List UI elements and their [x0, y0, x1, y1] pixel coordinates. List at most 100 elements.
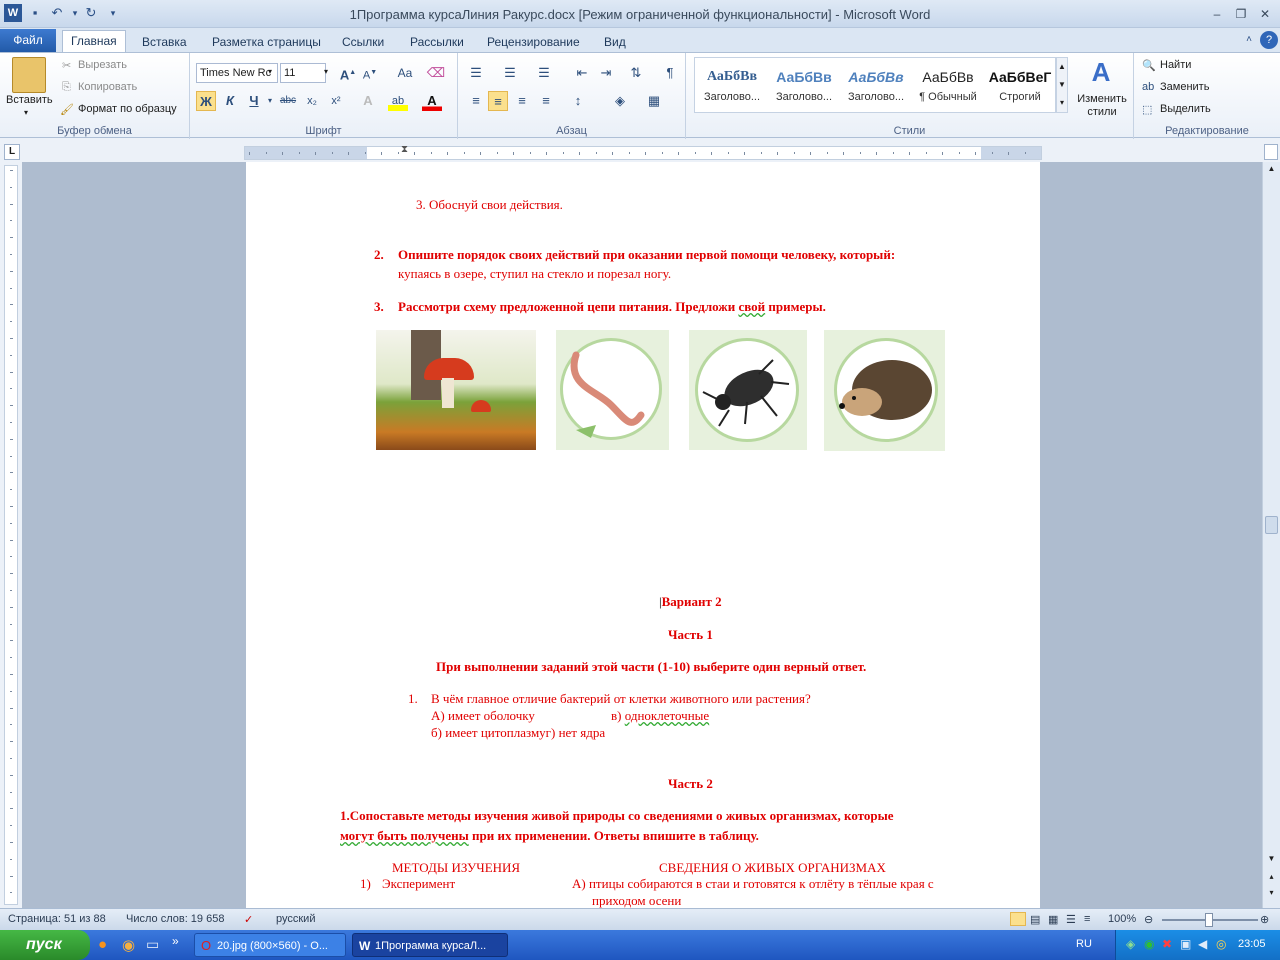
restore-icon[interactable]: ❐: [1230, 5, 1252, 23]
font-name-box[interactable]: Times New Rc: [196, 63, 278, 83]
tray-monitor-icon[interactable]: ▣: [1180, 937, 1191, 951]
cut-button[interactable]: Вырезать: [78, 59, 127, 71]
tab-mailings[interactable]: Рассылки: [402, 32, 472, 52]
align-right-icon[interactable]: ≡: [512, 91, 532, 111]
bold-button[interactable]: Ж: [196, 91, 216, 111]
font-size-dropdown-icon[interactable]: ▾: [324, 67, 328, 76]
copy-button[interactable]: Копировать: [78, 81, 137, 93]
replace-button[interactable]: Заменить: [1160, 81, 1209, 93]
keyboard-language[interactable]: RU: [1076, 938, 1092, 950]
scroll-up-icon[interactable]: ▲: [1265, 164, 1278, 177]
tray-status-icon[interactable]: ◉: [1144, 937, 1154, 951]
change-case-button[interactable]: Aa: [392, 63, 418, 83]
taskbar-item-word[interactable]: W 1Программа курсаЛ...: [352, 933, 508, 957]
find-button[interactable]: Найти: [1160, 59, 1191, 71]
tray-volume-icon[interactable]: ◀: [1198, 937, 1207, 951]
zoom-slider-thumb[interactable]: [1205, 913, 1213, 927]
clear-formatting-icon[interactable]: ⌫: [426, 63, 446, 83]
tab-page-layout[interactable]: Разметка страницы: [204, 32, 329, 52]
multilevel-list-icon[interactable]: ☰: [534, 63, 554, 83]
increase-indent-icon[interactable]: ⇥: [596, 63, 616, 83]
scroll-thumb[interactable]: [1265, 516, 1278, 534]
view-ruler-icon[interactable]: [1264, 144, 1278, 160]
word-count[interactable]: Число слов: 19 658: [126, 913, 224, 925]
zoom-in-icon[interactable]: ⊕: [1260, 913, 1269, 926]
page-count[interactable]: Страница: 51 из 88: [8, 913, 106, 925]
styles-scroll-icon[interactable]: ▲ ▼ ▾: [1056, 57, 1068, 113]
tray-security-icon[interactable]: ✖: [1162, 937, 1172, 951]
shrink-font-icon[interactable]: A▼: [360, 63, 380, 83]
sort-icon[interactable]: ⇅: [626, 63, 646, 83]
style-strong[interactable]: АаБбВеГ Строгий: [984, 57, 1056, 109]
outline-icon[interactable]: ☰: [1066, 913, 1076, 926]
justify-icon[interactable]: ≡: [536, 91, 556, 111]
vertical-scrollbar[interactable]: ▲ ▼ ▴ ▾: [1262, 162, 1280, 908]
tab-review[interactable]: Рецензирование: [479, 32, 588, 52]
bullets-icon[interactable]: ☰: [466, 63, 486, 83]
change-styles-button[interactable]: Изменить стили: [1074, 93, 1130, 119]
underline-dropdown-icon[interactable]: ▾: [260, 91, 280, 111]
quick-launch-more-icon[interactable]: »: [172, 934, 179, 948]
zoom-out-icon[interactable]: ⊖: [1144, 913, 1153, 926]
tab-selector-icon[interactable]: L: [4, 144, 20, 160]
paste-dropdown-icon[interactable]: ▾: [24, 108, 28, 117]
subscript-icon[interactable]: x₂: [302, 91, 322, 111]
font-name-dropdown-icon[interactable]: ▾: [268, 67, 272, 76]
paste-button[interactable]: Вставить: [6, 94, 53, 106]
change-styles-icon[interactable]: A: [1086, 57, 1116, 87]
style-heading-3[interactable]: АаБбВв Заголово...: [840, 57, 912, 109]
proofing-icon[interactable]: ✓: [244, 913, 253, 926]
align-left-icon[interactable]: ≡: [466, 91, 486, 111]
collapse-ribbon-icon[interactable]: ˄: [1240, 31, 1258, 49]
indent-marker-icon[interactable]: ⧗: [401, 144, 411, 160]
style-heading-1[interactable]: АаБбВв Заголово...: [696, 57, 768, 109]
page[interactable]: 3. Обоснуй свои действия. 2. Опишите пор…: [246, 162, 1040, 908]
draft-icon[interactable]: ≡: [1084, 913, 1090, 925]
browser-icon[interactable]: ◉: [122, 936, 135, 954]
help-icon[interactable]: ?: [1260, 31, 1278, 49]
close-icon[interactable]: ✕: [1254, 5, 1276, 23]
scroll-down-icon[interactable]: ▼: [1265, 854, 1278, 867]
align-center-icon[interactable]: ≡: [488, 91, 508, 111]
font-color-icon[interactable]: A: [422, 91, 442, 111]
vertical-ruler[interactable]: [4, 165, 18, 905]
minimize-icon[interactable]: –: [1206, 5, 1228, 23]
show-formatting-icon[interactable]: ¶: [660, 63, 680, 83]
text-effects-icon[interactable]: A: [358, 91, 378, 111]
style-normal[interactable]: АаБбВв ¶ Обычный: [912, 57, 984, 109]
tab-home[interactable]: Главная: [62, 30, 126, 52]
format-painter-button[interactable]: Формат по образцу: [78, 103, 177, 115]
tab-file[interactable]: Файл: [0, 29, 56, 52]
show-desktop-icon[interactable]: ▭: [146, 936, 159, 953]
font-size-box[interactable]: 11: [280, 63, 326, 83]
italic-button[interactable]: К: [220, 91, 240, 111]
clock[interactable]: 23:05: [1238, 938, 1266, 950]
print-layout-icon[interactable]: [1010, 912, 1026, 926]
paste-icon[interactable]: [12, 57, 46, 93]
borders-icon[interactable]: ▦: [644, 91, 664, 111]
superscript-icon[interactable]: x²: [326, 91, 346, 111]
horizontal-ruler[interactable]: ⧗: [244, 144, 1042, 160]
shading-icon[interactable]: ◈: [610, 91, 630, 111]
decrease-indent-icon[interactable]: ⇤: [572, 63, 592, 83]
tray-app-icon[interactable]: ◎: [1216, 937, 1226, 951]
tab-insert[interactable]: Вставка: [134, 32, 195, 52]
language[interactable]: русский: [276, 913, 315, 925]
style-heading-2[interactable]: АаБбВв Заголово...: [768, 57, 840, 109]
strikethrough-button[interactable]: abc: [278, 91, 298, 111]
tab-references[interactable]: Ссылки: [334, 32, 392, 52]
zoom-level[interactable]: 100%: [1108, 913, 1136, 925]
grow-font-icon[interactable]: A▲: [338, 63, 358, 83]
start-button[interactable]: пуск: [0, 930, 90, 960]
full-screen-icon[interactable]: ▤: [1030, 913, 1040, 926]
highlight-icon[interactable]: ab: [388, 91, 408, 111]
previous-page-icon[interactable]: ▴: [1265, 872, 1278, 885]
firefox-icon[interactable]: ●: [98, 936, 107, 953]
taskbar-item-image-viewer[interactable]: O 20.jpg (800×560) - О...: [194, 933, 346, 957]
line-spacing-icon[interactable]: ↕: [568, 91, 588, 111]
numbering-icon[interactable]: ☰: [500, 63, 520, 83]
tray-network-icon[interactable]: ◈: [1126, 937, 1135, 951]
web-layout-icon[interactable]: ▦: [1048, 913, 1058, 926]
next-page-icon[interactable]: ▾: [1265, 888, 1278, 901]
select-button[interactable]: Выделить: [1160, 103, 1211, 115]
